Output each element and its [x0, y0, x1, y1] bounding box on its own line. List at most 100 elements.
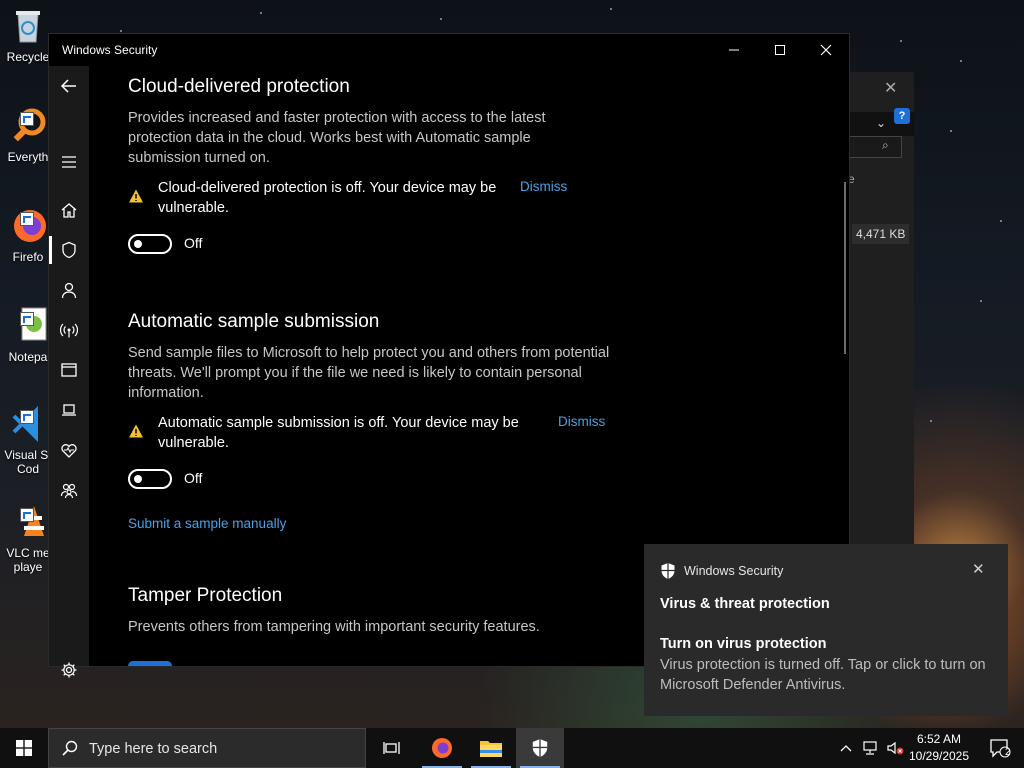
windows-security-shield-icon — [532, 739, 548, 757]
chevron-up-icon — [840, 745, 852, 752]
wireless-icon — [60, 323, 78, 338]
family-icon — [60, 483, 78, 499]
title-bar[interactable]: Windows Security — [49, 34, 849, 66]
app-browser-icon — [61, 363, 77, 377]
taskbar: Type here to search 6:52 AM 10/29/2025 2 — [0, 728, 1024, 768]
warning-sample: Automatic sample submission is off. Your… — [128, 413, 628, 453]
toast-body: Virus protection is turned off. Tap or c… — [660, 657, 986, 693]
toast-heading: Virus & threat protection — [660, 596, 830, 612]
explorer-search-input[interactable] — [848, 136, 902, 158]
nav-firewall[interactable] — [49, 312, 89, 348]
taskbar-windows-security[interactable] — [516, 728, 564, 768]
chevron-down-icon[interactable]: ⌄ — [876, 116, 886, 130]
windows-security-shield-icon — [661, 563, 675, 579]
nav-device-health[interactable] — [49, 432, 89, 468]
windows-logo-icon — [16, 740, 32, 756]
section-description-cloud: Provides increased and faster protection… — [128, 110, 546, 166]
cloud-protection-toggle[interactable]: Off — [128, 234, 202, 254]
health-heart-icon — [61, 444, 77, 458]
window-title: Windows Security — [62, 43, 158, 57]
task-view-icon — [383, 742, 400, 754]
minimize-button[interactable] — [711, 34, 757, 66]
network-tray-button[interactable] — [860, 728, 882, 768]
search-placeholder: Type here to search — [89, 741, 218, 757]
menu-button[interactable] — [49, 144, 89, 180]
toast-app-name: Windows Security — [684, 564, 784, 578]
background-explorer-window[interactable]: ✕ ⌄ ? ⌕ e 4,471 KB — [848, 72, 914, 552]
firefox-icon — [432, 738, 452, 758]
taskbar-file-explorer[interactable] — [467, 728, 515, 768]
sample-submission-toggle[interactable]: Off — [128, 469, 202, 489]
help-icon[interactable]: ? — [894, 108, 910, 124]
notification-toast[interactable]: Windows Security ✕ Virus & threat protec… — [644, 544, 1008, 716]
notification-count: 2 — [1005, 747, 1011, 758]
nav-device-security[interactable] — [49, 392, 89, 428]
file-size-value: 4,471 KB — [852, 224, 910, 244]
submit-sample-manually-link[interactable]: Submit a sample manually — [128, 516, 286, 531]
vlc-icon — [8, 502, 48, 542]
nav-virus-protection[interactable] — [49, 232, 89, 268]
nav-account-protection[interactable] — [49, 272, 89, 308]
close-button[interactable] — [803, 34, 849, 66]
close-icon — [820, 44, 832, 56]
start-button[interactable] — [0, 728, 48, 768]
back-button[interactable] — [49, 68, 89, 104]
shortcut-arrow-icon — [20, 410, 34, 424]
toggle-knob — [134, 240, 142, 248]
nav-settings[interactable] — [49, 652, 89, 688]
show-hidden-icons-button[interactable] — [836, 728, 856, 768]
person-icon — [61, 282, 77, 299]
settings-gear-icon — [61, 662, 77, 678]
clock-date: 10/29/2025 — [908, 749, 970, 763]
hamburger-menu-icon — [62, 156, 76, 168]
search-icon — [62, 740, 78, 756]
shortcut-arrow-icon — [20, 312, 34, 326]
laptop-icon — [62, 404, 76, 416]
maximize-button[interactable] — [757, 34, 803, 66]
maximize-icon — [775, 45, 785, 55]
navigation-sidebar — [49, 66, 89, 678]
scrollbar-thumb[interactable] — [844, 182, 846, 354]
section-title-cloud: Cloud-delivered protection — [128, 76, 350, 97]
everything-search-icon — [8, 106, 48, 146]
nav-home[interactable] — [49, 192, 89, 228]
toggle-state-label: Off — [184, 235, 203, 251]
section-description-tamper: Prevents others from tampering with impo… — [128, 619, 540, 635]
toast-close-button[interactable]: ✕ — [972, 560, 985, 578]
tamper-toggle-partial[interactable] — [128, 661, 172, 666]
shield-icon — [62, 241, 76, 259]
shortcut-arrow-icon — [20, 112, 34, 126]
volume-tray-button[interactable] — [884, 728, 906, 768]
notepad-plus-plus-icon — [8, 306, 48, 346]
back-arrow-icon — [60, 79, 76, 93]
task-view-button[interactable] — [368, 728, 416, 768]
network-icon — [863, 741, 877, 755]
clock-time: 6:52 AM — [916, 732, 962, 746]
folder-icon — [480, 741, 502, 757]
taskbar-firefox[interactable] — [418, 728, 466, 768]
nav-app-browser-control[interactable] — [49, 352, 89, 388]
home-icon — [61, 203, 77, 218]
vscode-icon — [8, 404, 48, 444]
taskbar-search-box[interactable]: Type here to search — [48, 728, 366, 768]
warning-icon — [129, 424, 143, 438]
section-title-sample: Automatic sample submission — [128, 311, 380, 332]
section-title-tamper: Tamper Protection — [128, 585, 283, 606]
shortcut-arrow-icon — [20, 508, 34, 522]
action-center-button[interactable]: 2 — [980, 728, 1020, 768]
close-icon[interactable]: ✕ — [884, 78, 897, 98]
warning-text-cloud: Cloud-delivered protection is off. Your … — [158, 180, 497, 216]
minimize-icon — [729, 49, 739, 51]
taskbar-clock[interactable]: 6:52 AM 10/29/2025 — [906, 731, 972, 765]
nav-family-options[interactable] — [49, 472, 89, 508]
dismiss-sample-warning-link[interactable]: Dismiss — [558, 414, 605, 429]
recycle-bin-icon — [8, 6, 48, 46]
volume-muted-icon — [887, 741, 904, 755]
toggle-knob — [134, 475, 142, 483]
warning-icon — [129, 189, 143, 203]
search-icon: ⌕ — [882, 138, 889, 152]
firefox-icon — [8, 206, 48, 246]
toggle-state-label: Off — [184, 470, 203, 486]
dismiss-cloud-warning-link[interactable]: Dismiss — [520, 179, 567, 194]
section-description-sample: Send sample files to Microsoft to help p… — [128, 345, 610, 401]
